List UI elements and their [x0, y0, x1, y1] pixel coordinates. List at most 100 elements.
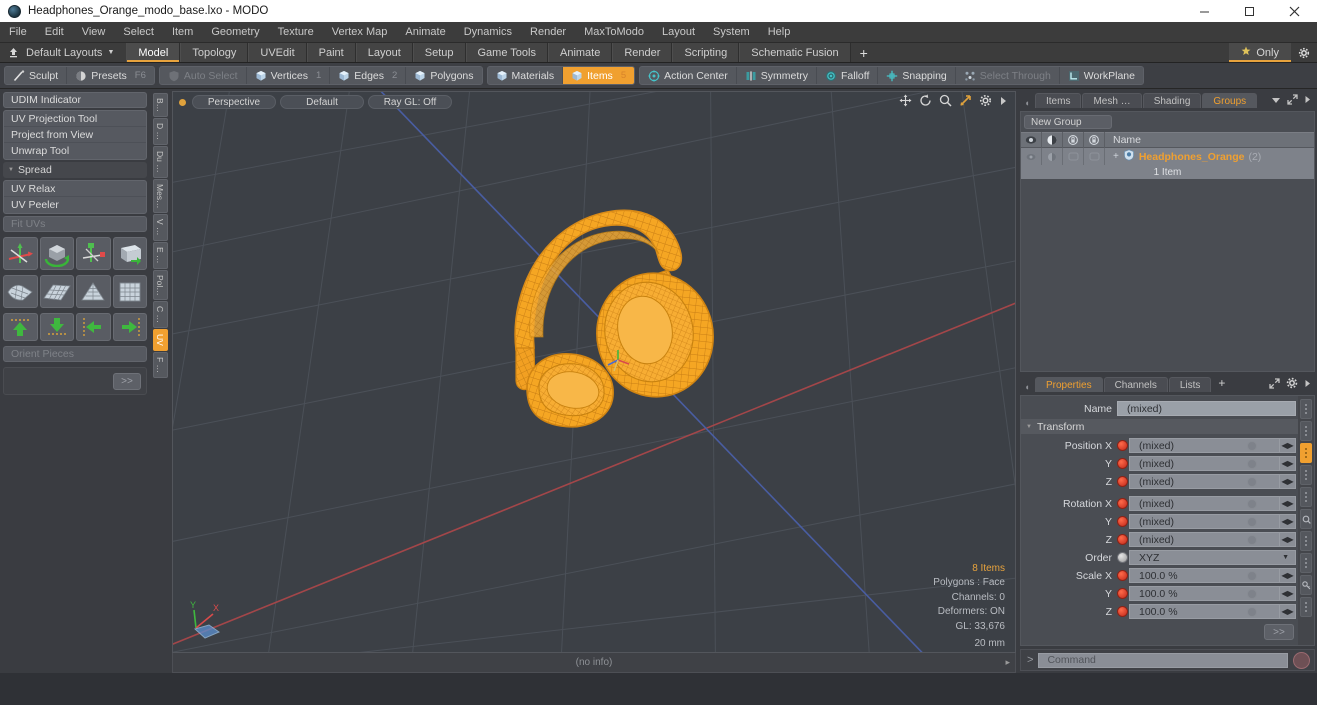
uv-box-icon[interactable]: [112, 237, 147, 270]
side-tab-search-icon[interactable]: [1300, 509, 1312, 529]
transform-section-header[interactable]: ▼ Transform: [1021, 419, 1298, 434]
rotation-y-input[interactable]: (mixed): [1129, 514, 1280, 529]
presets-button[interactable]: Presets F6: [67, 67, 154, 84]
select-through-button[interactable]: Select Through: [955, 67, 1060, 84]
materials-button[interactable]: Materials: [487, 67, 564, 84]
fit-icon[interactable]: [959, 94, 972, 110]
properties-menu-dot-icon[interactable]: ◖: [1020, 382, 1034, 392]
vtab-uv[interactable]: UV: [152, 329, 168, 352]
vtab-f[interactable]: F …: [152, 352, 168, 379]
menu-item[interactable]: Item: [163, 22, 202, 43]
position-z-key-dot[interactable]: [1117, 476, 1128, 487]
falloff-button[interactable]: Falloff: [816, 67, 879, 84]
vtab-c[interactable]: C …: [152, 301, 168, 329]
rotation-z-input[interactable]: (mixed): [1129, 532, 1280, 547]
rotation-x-spinner[interactable]: ◀▶: [1280, 496, 1296, 511]
properties-more-button[interactable]: >>: [1264, 624, 1294, 640]
spread-section-header[interactable]: ▼ Spread: [3, 162, 147, 178]
cube-rotate-icon[interactable]: [39, 237, 74, 270]
uv-sphere-unwrap-icon[interactable]: [3, 275, 38, 308]
arrow-left-icon[interactable]: [76, 313, 111, 341]
uv-grid-box-icon[interactable]: [112, 275, 147, 308]
table-row[interactable]: + Headphones_Orange (2): [1021, 148, 1314, 165]
add-properties-tab-button[interactable]: +: [1212, 377, 1231, 392]
menu-texture[interactable]: Texture: [269, 22, 323, 43]
rotation-x-input[interactable]: (mixed): [1129, 496, 1280, 511]
menu-system[interactable]: System: [704, 22, 759, 43]
arrow-right-icon[interactable]: [112, 313, 147, 341]
lock-icon[interactable]: [1063, 132, 1084, 148]
scale-y-key-dot[interactable]: [1117, 588, 1128, 599]
tab-channels[interactable]: Channels: [1103, 377, 1168, 392]
new-group-button[interactable]: New Group: [1024, 115, 1112, 129]
uv-cone-icon[interactable]: [76, 275, 111, 308]
menu-help[interactable]: Help: [759, 22, 800, 43]
symmetry-button[interactable]: Symmetry: [736, 67, 817, 84]
uv-peeler-button[interactable]: UV Peeler: [4, 197, 146, 213]
items-button[interactable]: Items 5: [563, 67, 635, 84]
side-tab-10[interactable]: [1300, 597, 1312, 617]
scale-z-spinner[interactable]: ◀▶: [1280, 604, 1296, 619]
pan-icon[interactable]: [899, 94, 912, 110]
menu-render[interactable]: Render: [521, 22, 575, 43]
action-center-button[interactable]: Action Center: [640, 67, 737, 84]
arrow-down-icon[interactable]: [39, 313, 74, 341]
only-toggle-button[interactable]: Only: [1229, 43, 1291, 62]
edges-button[interactable]: Edges 2: [330, 67, 407, 84]
tab-animate[interactable]: Animate: [548, 43, 613, 62]
workplane-button[interactable]: WorkPlane: [1059, 67, 1143, 84]
side-tab-4[interactable]: [1300, 465, 1312, 485]
viewport-view-mode-button[interactable]: Perspective: [192, 95, 276, 109]
scale-y-spinner[interactable]: ◀▶: [1280, 586, 1296, 601]
project-from-view-button[interactable]: Project from View: [4, 127, 146, 143]
row-eye-toggle[interactable]: [1021, 148, 1042, 165]
layout-home-icon[interactable]: [0, 43, 26, 62]
command-input[interactable]: Command: [1038, 652, 1288, 668]
viewport-3d[interactable]: Perspective Default Ray GL: Off 8 Items …: [172, 91, 1016, 653]
side-tab-7[interactable]: [1300, 531, 1312, 551]
add-tab-button[interactable]: +: [850, 43, 877, 62]
rotation-y-spinner[interactable]: ◀▶: [1280, 514, 1296, 529]
position-x-spinner[interactable]: ◀▶: [1280, 438, 1296, 453]
order-dropdown[interactable]: XYZ ▼: [1129, 550, 1296, 565]
side-tab-1[interactable]: [1300, 399, 1312, 419]
zoom-icon[interactable]: [939, 94, 952, 110]
menu-view[interactable]: View: [73, 22, 115, 43]
maximize-button[interactable]: [1227, 0, 1272, 22]
menu-vertex-map[interactable]: Vertex Map: [323, 22, 397, 43]
position-x-key-dot[interactable]: [1117, 440, 1128, 451]
close-button[interactable]: [1272, 0, 1317, 22]
row-lock-alt-toggle[interactable]: [1084, 148, 1105, 165]
expand-icon[interactable]: [1269, 377, 1280, 392]
chevron-down-icon[interactable]: [1271, 95, 1281, 107]
viewport-shading-button[interactable]: Default: [280, 95, 364, 109]
position-z-input[interactable]: (mixed): [1129, 474, 1280, 489]
scale-x-spinner[interactable]: ◀▶: [1280, 568, 1296, 583]
name-input[interactable]: (mixed): [1117, 401, 1296, 416]
chevron-right-icon[interactable]: [999, 96, 1007, 109]
sculpt-button[interactable]: Sculpt: [5, 67, 68, 84]
rotate-icon[interactable]: [919, 94, 932, 110]
minimize-button[interactable]: [1182, 0, 1227, 22]
scale-x-key-dot[interactable]: [1117, 570, 1128, 581]
vertices-button[interactable]: Vertices 1: [246, 67, 331, 84]
tab-topology[interactable]: Topology: [180, 43, 249, 62]
tab-render[interactable]: Render: [612, 43, 673, 62]
expand-icon[interactable]: [1287, 94, 1298, 108]
rotation-y-key-dot[interactable]: [1117, 516, 1128, 527]
scale-z-input[interactable]: 100.0 %: [1129, 604, 1280, 619]
fit-uvs-button[interactable]: Fit UVs: [3, 216, 147, 232]
tab-items[interactable]: Items: [1035, 93, 1082, 108]
menu-dynamics[interactable]: Dynamics: [455, 22, 521, 43]
snapping-button[interactable]: Snapping: [878, 67, 956, 84]
tab-mesh[interactable]: Mesh …: [1082, 93, 1142, 108]
menu-select[interactable]: Select: [114, 22, 163, 43]
rotation-z-spinner[interactable]: ◀▶: [1280, 532, 1296, 547]
uv-axis-icon[interactable]: [76, 237, 111, 270]
gear-icon[interactable]: [1286, 377, 1298, 392]
menu-file[interactable]: File: [0, 22, 36, 43]
side-tab-2[interactable]: [1300, 421, 1312, 441]
uv-relax-button[interactable]: UV Relax: [4, 181, 146, 197]
tab-groups[interactable]: Groups: [1202, 93, 1258, 108]
tab-setup[interactable]: Setup: [412, 43, 466, 62]
